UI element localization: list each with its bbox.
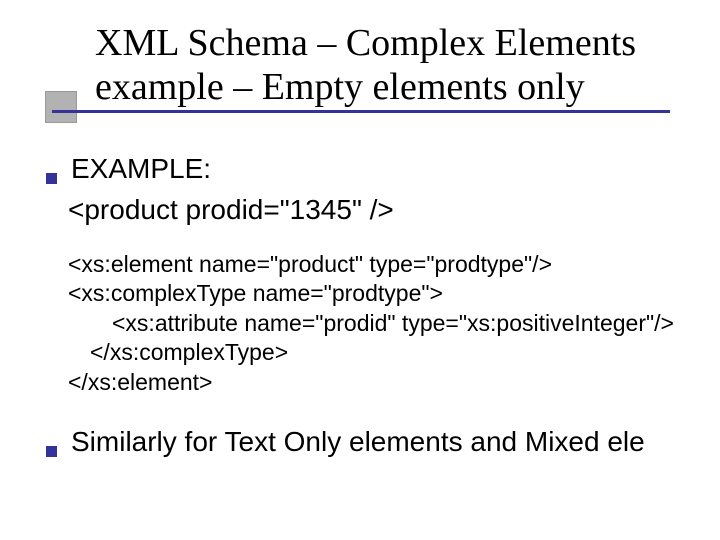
title-underline	[52, 110, 670, 113]
schema-line-3: <xs:attribute name="prodid" type="xs:pos…	[112, 309, 706, 338]
slide-title: XML Schema – Complex Elements example – …	[95, 22, 695, 109]
bullet-square-icon	[46, 446, 57, 457]
bullet-example: EXAMPLE:	[46, 152, 706, 186]
schema-line-2: <xs:complexType name="prodtype">	[68, 279, 706, 308]
title-decoration-square	[45, 91, 77, 123]
footer-text: Similarly for Text Only elements and Mix…	[71, 425, 645, 459]
example-code: <product prodid="1345" />	[68, 192, 706, 228]
title-line-1: XML Schema – Complex Elements	[95, 22, 695, 66]
schema-line-4: </xs:complexType>	[90, 338, 706, 367]
schema-code-block: <xs:element name="product" type="prodtyp…	[68, 250, 706, 397]
slide: { "title": { "line1": "XML Schema – Comp…	[0, 0, 720, 540]
schema-line-5: </xs:element>	[68, 368, 706, 397]
bullet-square-icon	[46, 173, 57, 184]
bullet-footer: Similarly for Text Only elements and Mix…	[46, 425, 706, 459]
title-line-2: example – Empty elements only	[95, 66, 695, 110]
example-label: EXAMPLE:	[71, 152, 211, 186]
slide-body: EXAMPLE: <product prodid="1345" /> <xs:e…	[46, 150, 706, 459]
schema-line-1: <xs:element name="product" type="prodtyp…	[68, 250, 706, 279]
